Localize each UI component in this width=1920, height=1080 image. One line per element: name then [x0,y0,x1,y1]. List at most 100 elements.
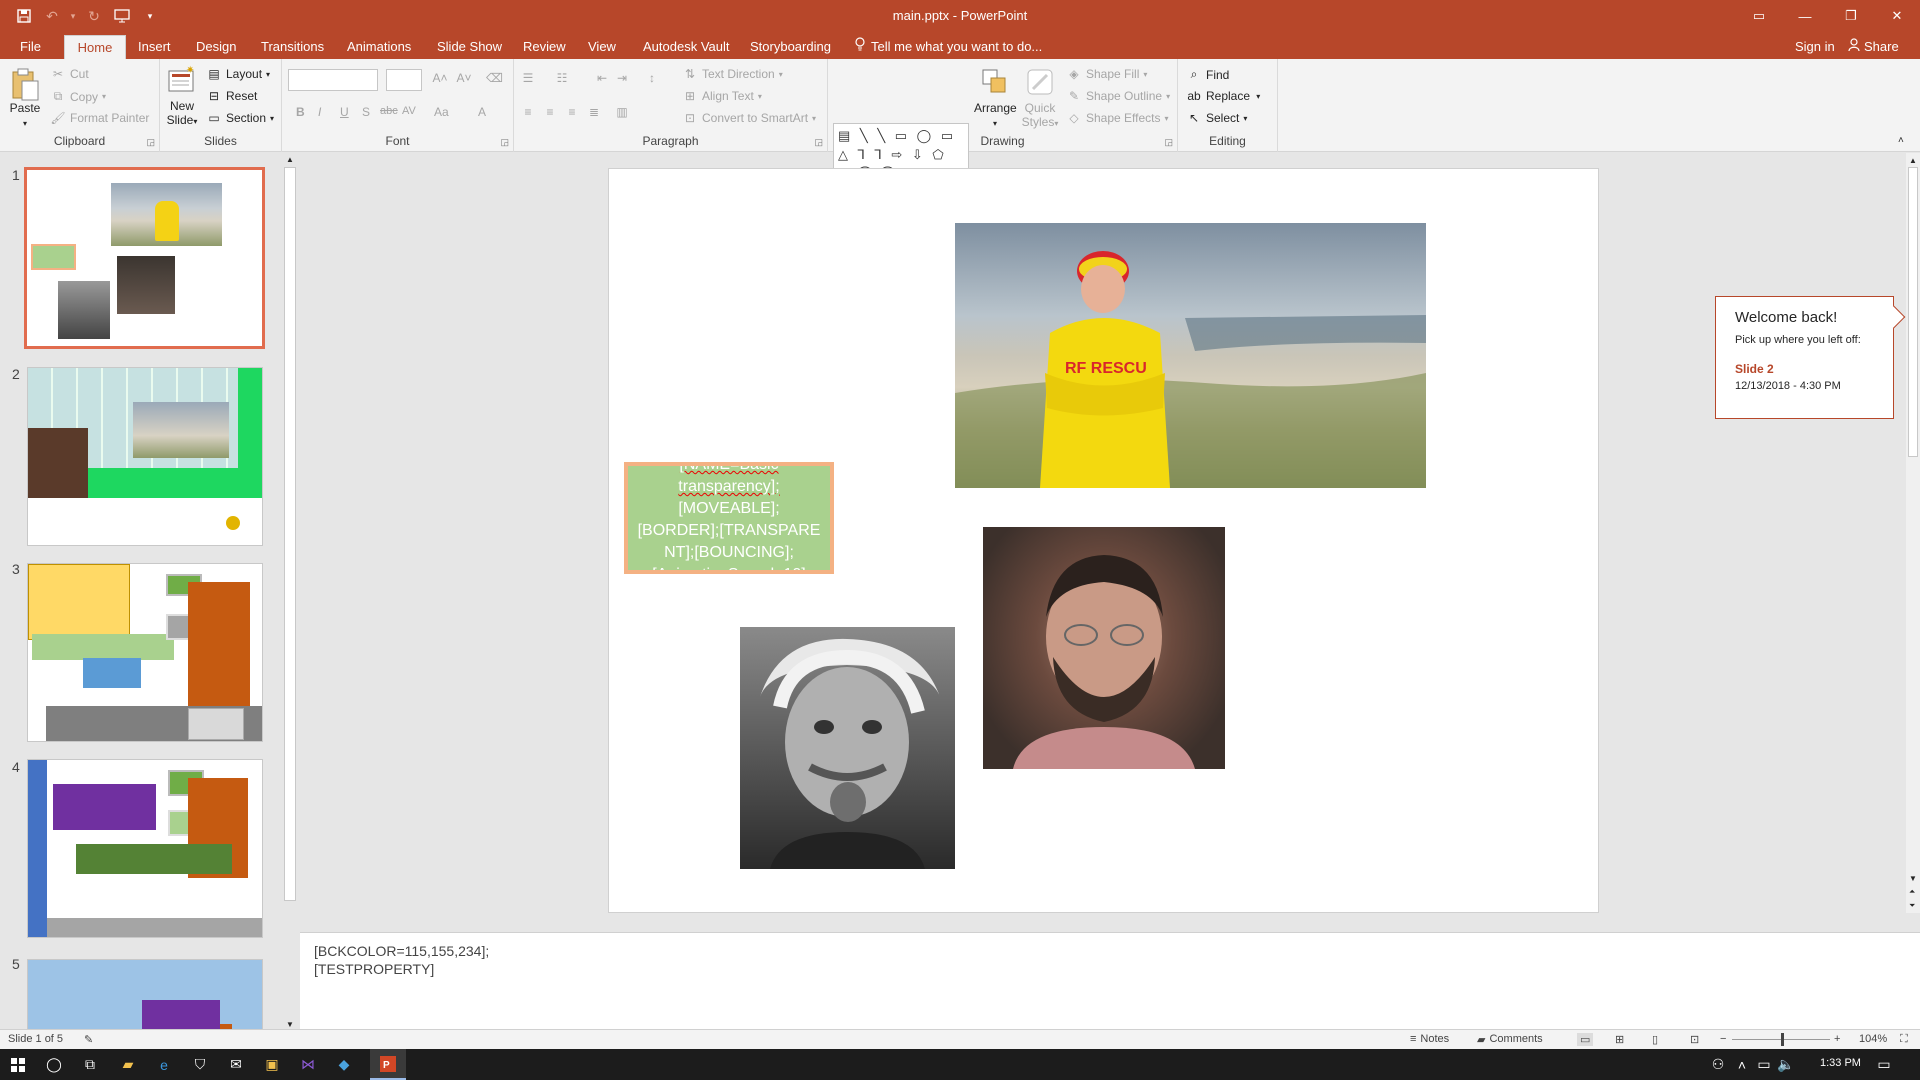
numbering-button[interactable]: ☷ [554,71,570,85]
show-hidden-icons-icon[interactable]: ˄ [1730,1049,1754,1080]
basic-transparency-textbox[interactable]: [NAME=Basic transparency]; [MOVEABLE]; [… [624,462,834,574]
spell-check-icon[interactable]: ✎ [84,1033,93,1046]
tab-transitions[interactable]: Transitions [251,35,334,59]
tab-insert[interactable]: Insert [128,35,181,59]
thumbnail-slide-5[interactable] [27,959,263,1031]
visual-studio-icon[interactable]: ⋈ [290,1049,326,1080]
align-text-button[interactable]: ⊞ Align Text ▾ [682,89,762,103]
thumbnail-slide-3[interactable] [27,563,263,742]
tab-home[interactable]: Home [64,35,126,59]
scroll-down-icon[interactable]: ▼ [1909,874,1917,883]
shape-outline-button[interactable]: ✎ Shape Outline ▾ [1066,89,1170,103]
font-name-combo[interactable] [288,69,378,91]
taskbar-clock[interactable]: 1:33 PM [1820,1057,1861,1069]
find-button[interactable]: ⌕ Find [1186,67,1230,82]
action-center-icon[interactable]: ▭ [1866,1049,1902,1080]
new-slide-button[interactable]: ✷ New Slide▾ [164,65,200,129]
copy-button[interactable]: ⧉ Copy ▾ [50,89,106,104]
thumbnail-slide-1[interactable] [24,167,265,349]
photo-lifeguard[interactable]: RF RESCU [955,223,1426,488]
paragraph-launcher-icon[interactable]: ◲ [814,137,823,148]
character-spacing-button[interactable]: AV [402,105,416,117]
convert-smartart-button[interactable]: ⊡ Convert to SmartArt ▾ [682,111,816,125]
previous-slide-icon[interactable]: ⏶ [1909,887,1915,897]
decrease-indent-button[interactable]: ⇤ [594,71,610,85]
columns-button[interactable]: ▥ [614,105,630,119]
replace-button[interactable]: ab Replace ▾ [1186,89,1260,103]
increase-indent-button[interactable]: ⇥ [614,71,630,85]
tab-view[interactable]: View [578,35,626,59]
reading-view-icon[interactable]: ▯ [1652,1033,1658,1046]
tab-autodesk-vault[interactable]: Autodesk Vault [633,35,739,59]
minimize-icon[interactable]: — [1782,0,1828,32]
format-painter-button[interactable]: 🖌 Format Painter [50,111,149,125]
grow-font-button[interactable]: A˄ [432,71,448,85]
welcome-back-card[interactable]: Welcome back! Pick up where you left off… [1715,296,1906,419]
strikethrough-button[interactable]: abc [380,105,398,117]
share-button[interactable]: Share [1848,35,1899,59]
shadow-button[interactable]: S [362,105,370,119]
photo-einstein[interactable] [740,627,955,869]
close-icon[interactable]: ✕ [1874,0,1920,32]
store-icon[interactable]: ⛉ [182,1049,218,1080]
photo-man[interactable] [983,527,1225,769]
zoom-slider[interactable] [1732,1033,1830,1046]
italic-button[interactable]: I [318,105,321,119]
section-button[interactable]: ▭ Section ▾ [206,111,274,125]
clipboard-launcher-icon[interactable]: ◲ [146,137,155,148]
slide-scroll-thumb[interactable] [1908,167,1918,457]
notes-toggle[interactable]: ≡ Notes [1410,1033,1449,1045]
normal-view-icon[interactable]: ▭ [1577,1033,1594,1046]
layout-button[interactable]: ▤ Layout ▾ [206,67,270,81]
justify-button[interactable]: ≣ [586,105,602,119]
paste-button[interactable]: Paste ▾ [6,67,44,131]
sticky-notes-icon[interactable]: ▣ [254,1049,290,1080]
clear-formatting-button[interactable]: ⌫ [486,71,503,85]
powerpoint-taskbar-icon[interactable]: P [370,1049,406,1080]
shape-effects-button[interactable]: ◇ Shape Effects ▾ [1066,111,1168,125]
font-color-button[interactable]: A [478,105,486,119]
cut-button[interactable]: ✂ Cut [50,67,89,81]
network-icon[interactable]: ▭ [1752,1049,1776,1080]
edge-icon[interactable]: e [146,1049,182,1080]
font-size-combo[interactable] [386,69,422,91]
scroll-up-icon[interactable]: ▲ [286,155,294,164]
shape-fill-button[interactable]: ◈ Shape Fill ▾ [1066,67,1147,81]
slideshow-view-icon[interactable]: ⊡ [1690,1033,1699,1046]
next-slide-icon[interactable]: ⏷ [1909,901,1915,911]
zoom-level[interactable]: 104% [1859,1033,1887,1045]
drawing-launcher-icon[interactable]: ◲ [1164,137,1173,148]
arrange-button[interactable]: Arrange ▾ [974,67,1017,131]
tell-me-box[interactable]: Tell me what you want to do... [855,35,1042,59]
zoom-out-icon[interactable]: − [1720,1033,1726,1045]
welcome-slide-link[interactable]: Slide 2 [1735,362,1893,376]
align-center-button[interactable]: ≡ [542,105,558,119]
zoom-slider-handle[interactable] [1781,1033,1785,1046]
tab-review[interactable]: Review [513,35,576,59]
comments-toggle[interactable]: ▰ Comments [1477,1033,1543,1046]
bold-button[interactable]: B [296,105,305,119]
start-icon[interactable] [0,1049,36,1080]
file-explorer-icon[interactable]: ▰ [110,1049,146,1080]
scroll-up-icon[interactable]: ▲ [1909,156,1917,165]
app-icon[interactable]: ◆ [326,1049,362,1080]
zoom-in-icon[interactable]: + [1834,1033,1840,1045]
notes-pane[interactable]: [BCKCOLOR=115,155,234]; [TESTPROPERTY] [300,932,1920,1029]
reset-button[interactable]: ⊟ Reset [206,89,257,103]
mail-icon[interactable]: ✉ [218,1049,254,1080]
tab-design[interactable]: Design [186,35,246,59]
search-icon[interactable]: ◯ [36,1049,72,1080]
fit-to-window-icon[interactable]: ⛶ [1900,1033,1908,1046]
slide-scrollbar[interactable]: ▲ ▼ ⏶ ⏷ [1906,153,1920,913]
line-spacing-button[interactable]: ↕ [644,71,660,85]
sign-in-link[interactable]: Sign in [1795,35,1835,59]
ribbon-display-options-icon[interactable]: ▭ [1736,0,1782,32]
align-left-button[interactable]: ≡ [520,105,536,119]
select-button[interactable]: ↖ Select ▾ [1186,111,1247,125]
tab-slideshow[interactable]: Slide Show [427,35,512,59]
thumbnail-scrollbar[interactable]: ▲ ▼ [283,153,297,1031]
underline-button[interactable]: U [340,105,349,119]
text-direction-button[interactable]: ⇅ Text Direction ▾ [682,67,783,81]
thumbnail-slide-2[interactable] [27,367,263,546]
tab-storyboarding[interactable]: Storyboarding [740,35,841,59]
